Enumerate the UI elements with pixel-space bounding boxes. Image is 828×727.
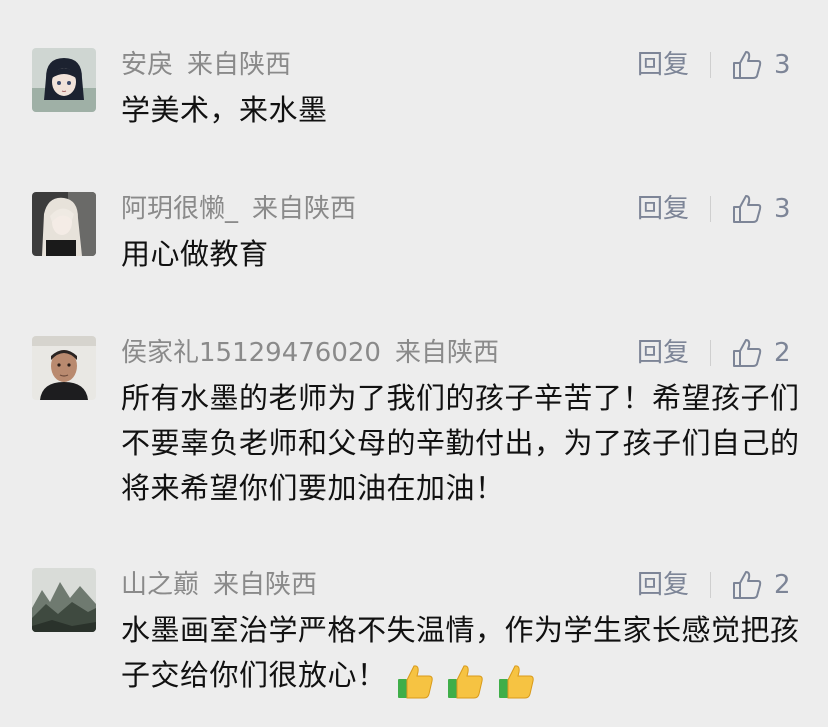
reply-button[interactable]: 回复 bbox=[637, 568, 689, 602]
thumbs-up-icon[interactable] bbox=[731, 193, 763, 225]
username[interactable]: 安戾 bbox=[121, 50, 173, 80]
reply-button[interactable]: 回复 bbox=[637, 336, 689, 370]
comment-text: 学美术，来水墨 bbox=[121, 93, 328, 127]
mountain-landscape-avatar bbox=[32, 568, 96, 632]
like-count: 3 bbox=[774, 194, 791, 224]
avatar[interactable] bbox=[32, 192, 96, 256]
like-count: 2 bbox=[774, 338, 791, 368]
thumbs-up-emoji bbox=[397, 665, 433, 699]
thumbs-up-icon[interactable] bbox=[731, 49, 763, 81]
region-label: 来自陕西 bbox=[394, 338, 499, 368]
comment-text: 水墨画室治学严格不失温情，作为学生家长感觉把孩子交给你们很放心！ bbox=[121, 608, 801, 702]
thumbs-up-icon[interactable] bbox=[731, 337, 763, 369]
divider bbox=[710, 196, 711, 222]
comment-text: 所有水墨的老师为了我们的孩子辛苦了！希望孩子们不要辜负老师和父母的辛勤付出，为了… bbox=[121, 381, 800, 505]
region-label: 来自陕西 bbox=[187, 50, 292, 80]
like-count: 2 bbox=[774, 570, 791, 600]
man-portrait-avatar bbox=[32, 336, 96, 400]
username[interactable]: 阿玥很懒_ bbox=[121, 194, 238, 224]
username[interactable]: 山之巅 bbox=[121, 570, 199, 600]
avatar[interactable] bbox=[32, 568, 96, 632]
thumbs-up-icon[interactable] bbox=[731, 569, 763, 601]
blonde-girl-avatar bbox=[32, 192, 96, 256]
comment-text: 用心做教育 bbox=[121, 237, 269, 271]
thumbs-up-emoji bbox=[448, 665, 483, 699]
username[interactable]: 侯家礼15129476020 bbox=[121, 338, 381, 368]
like-count: 3 bbox=[774, 50, 791, 80]
comment-meta: 山之巅 来自陕西 bbox=[121, 568, 317, 602]
comment-meta: 阿玥很懒_ 来自陕西 bbox=[121, 192, 356, 226]
reply-button[interactable]: 回复 bbox=[637, 192, 689, 226]
comment-meta: 侯家礼15129476020 来自陕西 bbox=[121, 336, 499, 370]
avatar[interactable] bbox=[32, 336, 96, 400]
region-label: 来自陕西 bbox=[213, 570, 318, 600]
comment-meta: 安戾 来自陕西 bbox=[121, 48, 291, 82]
divider bbox=[710, 572, 711, 598]
reply-button[interactable]: 回复 bbox=[637, 48, 689, 82]
divider bbox=[710, 340, 711, 366]
divider bbox=[710, 52, 711, 78]
anime-girl-avatar bbox=[32, 48, 96, 112]
region-label: 来自陕西 bbox=[252, 194, 357, 224]
avatar[interactable] bbox=[32, 48, 96, 112]
emoji-row bbox=[395, 657, 537, 702]
thumbs-up-emoji bbox=[498, 665, 534, 699]
